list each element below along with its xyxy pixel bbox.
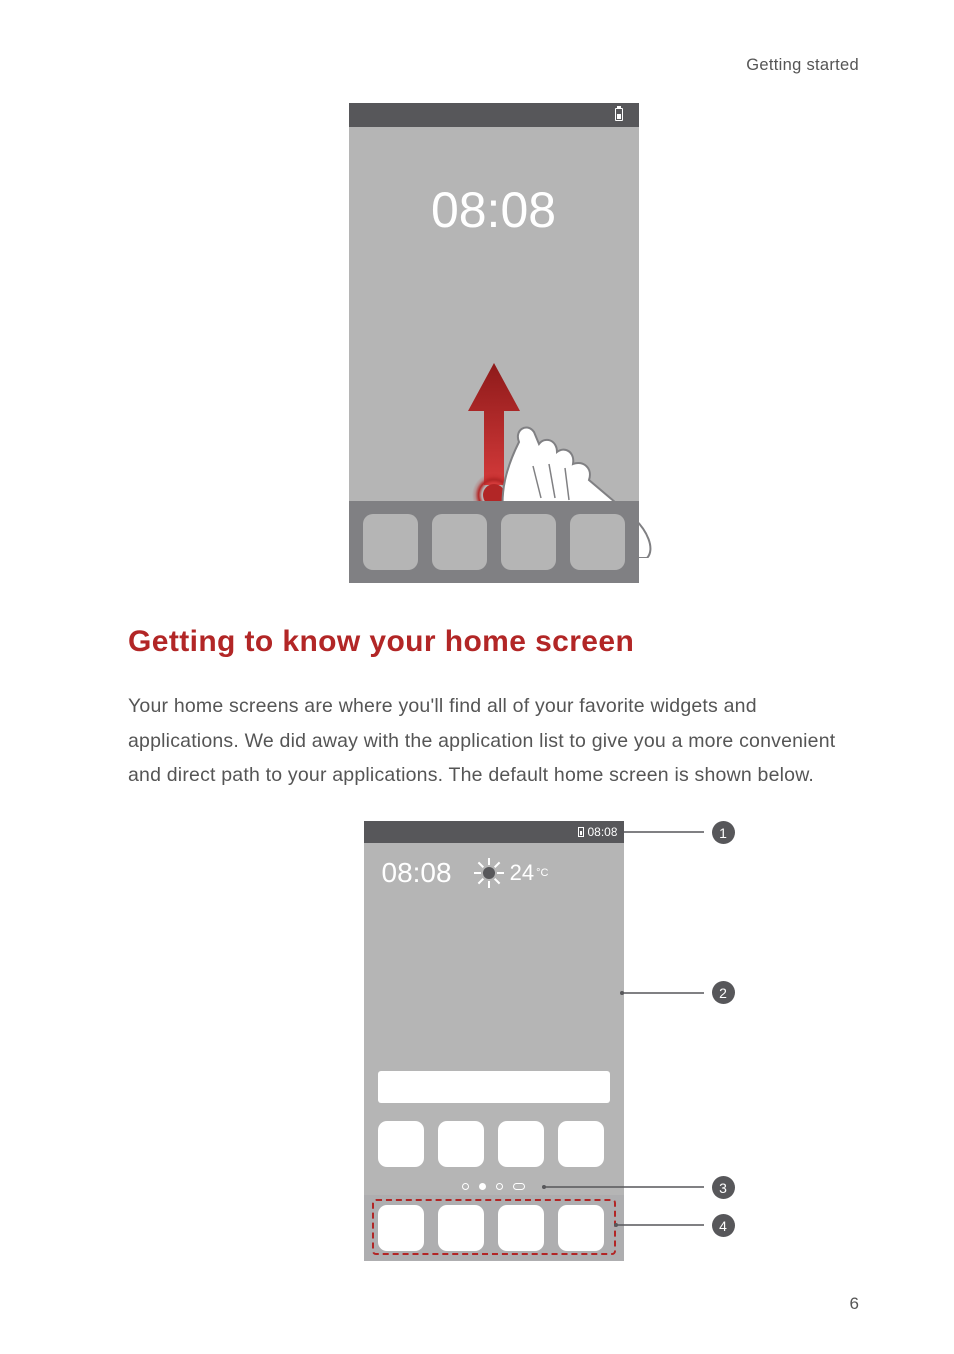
body-paragraph: Your home screens are where you'll find … — [128, 689, 859, 793]
figure-homescreen-wrap: 08:08 08:08 — [128, 821, 859, 1261]
document-page: Getting started 08:08 — [0, 0, 954, 1354]
dock-app-placeholder — [432, 514, 487, 570]
status-bar — [349, 103, 639, 127]
callout-3: 3 — [712, 1176, 735, 1199]
lockscreen-dock — [349, 501, 639, 583]
battery-icon — [615, 108, 623, 121]
callout-1: 1 — [712, 821, 735, 844]
lockscreen-clock: 08:08 — [349, 181, 639, 239]
dock-app-placeholder — [363, 514, 418, 570]
page-header-label: Getting started — [128, 56, 859, 75]
callout-2: 2 — [712, 981, 735, 1004]
callout-4: 4 — [712, 1214, 735, 1237]
figure-lockscreen-swipe: 08:08 — [349, 103, 639, 583]
page-number: 6 — [850, 1294, 859, 1314]
dock-app-placeholder — [570, 514, 625, 570]
callout-lines — [364, 821, 724, 1261]
section-heading: Getting to know your home screen — [128, 625, 859, 659]
dock-app-placeholder — [501, 514, 556, 570]
